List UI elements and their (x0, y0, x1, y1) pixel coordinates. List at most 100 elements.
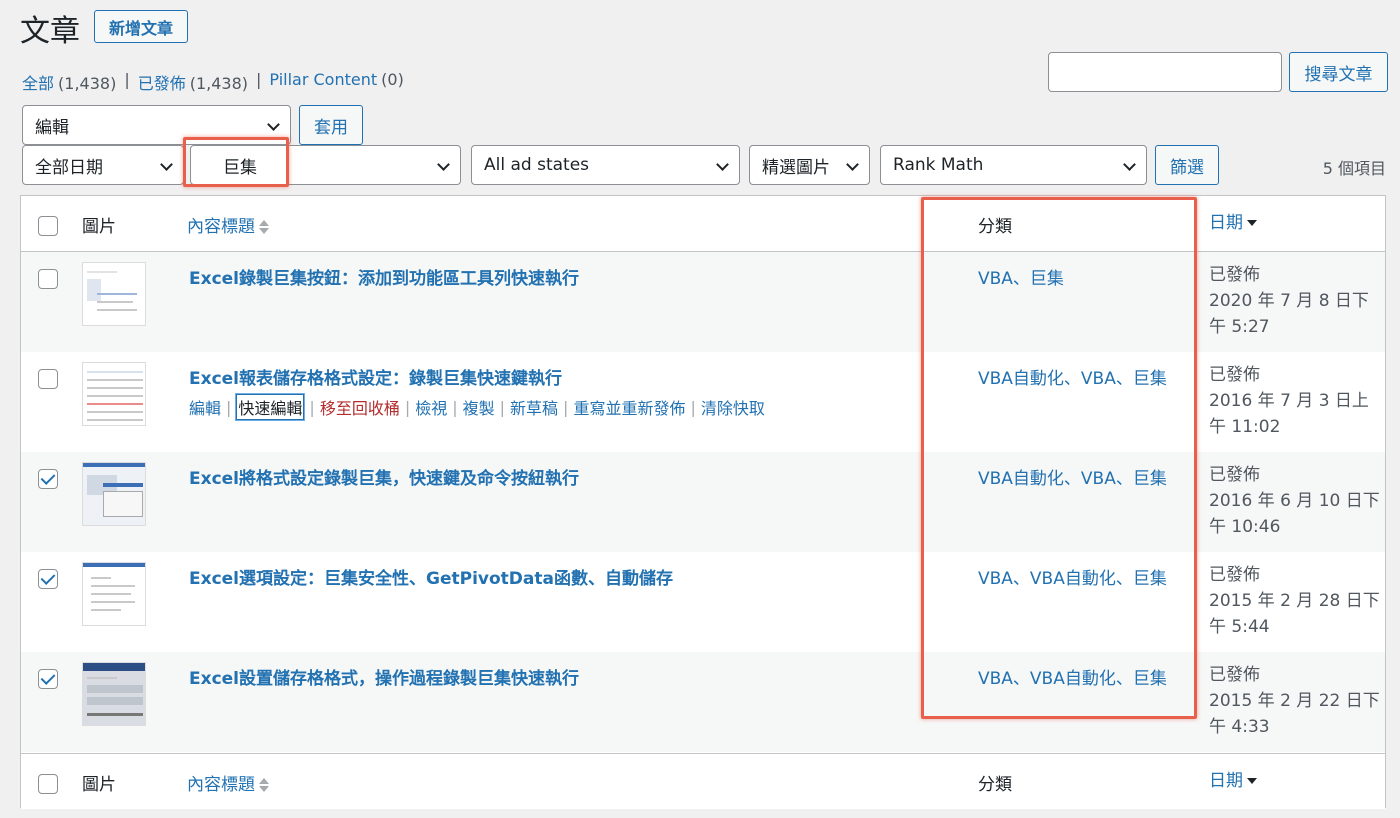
post-date-value: 2016 年 7 月 3 日上午 11:02 (1209, 391, 1369, 437)
select-all-checkbox[interactable] (38, 216, 58, 236)
post-date: 已發佈 2016 年 6 月 10 日下午 10:46 (1209, 462, 1384, 540)
row-actions: 編輯 | 快速編輯 | 移至回收桶 | 檢視 | 複製 | 新草稿 | 重寫並重… (189, 394, 765, 420)
post-date: 已發佈 2016 年 7 月 3 日上午 11:02 (1209, 362, 1384, 440)
page-title: 文章 (20, 14, 80, 49)
sort-desc-icon (1247, 778, 1257, 784)
column-header-date[interactable]: 日期 (1209, 208, 1257, 233)
row-actions-separator: | (499, 397, 506, 417)
featured-image-filter-select[interactable]: 精選圖片 (749, 145, 870, 185)
post-status: 已發佈 (1209, 265, 1260, 285)
post-title-link[interactable]: Excel選項設定：巨集安全性、GetPivotData函數、自動儲存 (189, 564, 673, 589)
clear-cache-link[interactable]: 清除快取 (701, 395, 765, 419)
post-date-value: 2015 年 2 月 28 日下午 5:44 (1209, 591, 1380, 637)
post-title-link[interactable]: Excel設置儲存格格式，操作過程錄製巨集快速執行 (189, 664, 579, 689)
post-date: 已發佈 2015 年 2 月 28 日下午 5:44 (1209, 562, 1384, 640)
sort-icon (259, 220, 269, 234)
post-categories[interactable]: VBA自動化、VBA、巨集 (978, 364, 1167, 389)
table-footer-row: 圖片 內容標題 分類 日期 (21, 753, 1385, 809)
duplicate-link[interactable]: 複製 (463, 395, 495, 419)
post-date-value: 2020 年 7 月 8 日下午 5:27 (1209, 291, 1369, 337)
post-date-value: 2015 年 2 月 22 日下午 4:33 (1209, 691, 1380, 737)
post-thumbnail[interactable] (82, 462, 146, 526)
post-date: 已發佈 2020 年 7 月 8 日下午 5:27 (1209, 262, 1384, 340)
category-filter-select[interactable]: 巨集 (190, 145, 461, 185)
chevron-down-icon (160, 158, 173, 171)
row-checkbox[interactable] (38, 569, 58, 589)
bulk-action-select[interactable]: 編輯 (22, 105, 291, 145)
rank-math-filter-select[interactable]: Rank Math (880, 145, 1147, 185)
column-footer-date[interactable]: 日期 (1209, 766, 1257, 791)
table-header-row: 圖片 內容標題 分類 日期 (21, 196, 1385, 252)
featured-image-filter-value: 精選圖片 (762, 157, 830, 178)
table-row: Excel選項設定：巨集安全性、GetPivotData函數、自動儲存 VBA、… (21, 552, 1385, 652)
chevron-down-icon (716, 158, 729, 171)
post-thumbnail[interactable] (82, 662, 146, 726)
trash-link[interactable]: 移至回收桶 (320, 395, 400, 419)
column-footer-date-label: 日期 (1209, 771, 1243, 791)
date-filter-value: 全部日期 (35, 157, 103, 178)
chevron-down-icon (1123, 158, 1136, 171)
quick-edit-link[interactable]: 快速編輯 (236, 394, 305, 420)
post-categories[interactable]: VBA、VBA自動化、巨集 (978, 564, 1167, 589)
post-status: 已發佈 (1209, 465, 1260, 485)
post-thumbnail[interactable] (82, 362, 146, 426)
post-title-link[interactable]: Excel報表儲存格格式設定：錄製巨集快速鍵執行 (189, 364, 562, 389)
post-categories[interactable]: VBA、VBA自動化、巨集 (978, 664, 1167, 689)
post-title-link[interactable]: Excel錄製巨集按鈕：添加到功能區工具列快速執行 (189, 264, 579, 289)
column-footer-image: 圖片 (82, 775, 116, 795)
column-footer-title-label: 內容標題 (187, 775, 255, 795)
table-row: Excel將格式設定錄製巨集，快速鍵及命令按紐執行 VBA自動化、VBA、巨集 … (21, 452, 1385, 552)
ad-states-filter-select[interactable]: All ad states (471, 145, 740, 185)
row-actions-separator: | (690, 397, 696, 417)
table-row: Excel報表儲存格格式設定：錄製巨集快速鍵執行 編輯 | 快速編輯 | 移至回… (21, 352, 1385, 452)
search-posts-button[interactable]: 搜尋文章 (1289, 52, 1388, 92)
post-status: 已發佈 (1209, 565, 1260, 585)
post-date: 已發佈 2015 年 2 月 22 日下午 4:33 (1209, 662, 1384, 740)
column-footer-categories: 分類 (978, 775, 1012, 795)
post-thumbnail[interactable] (82, 262, 146, 326)
views-separator: | (256, 70, 262, 89)
filter-button[interactable]: 篩選 (1155, 145, 1219, 185)
select-all-checkbox-footer[interactable] (38, 774, 58, 794)
table-row: Excel設置儲存格格式，操作過程錄製巨集快速執行 VBA、VBA自動化、巨集 … (21, 652, 1385, 752)
view-link[interactable]: 檢視 (415, 395, 447, 419)
bulk-action-value: 編輯 (35, 117, 69, 138)
column-header-image: 圖片 (82, 217, 116, 237)
column-header-title[interactable]: 內容標題 (187, 212, 269, 237)
row-actions-separator: | (404, 397, 411, 417)
apply-button[interactable]: 套用 (299, 105, 363, 145)
sort-icon (259, 778, 269, 792)
post-title-link[interactable]: Excel將格式設定錄製巨集，快速鍵及命令按紐執行 (189, 464, 579, 489)
ad-states-filter-value: All ad states (484, 155, 590, 175)
view-pillar-content-link[interactable]: Pillar Content (0) (269, 70, 403, 94)
post-status: 已發佈 (1209, 365, 1260, 385)
row-checkbox[interactable] (38, 469, 58, 489)
post-categories[interactable]: VBA自動化、VBA、巨集 (978, 464, 1167, 489)
chevron-down-icon (267, 118, 280, 131)
row-checkbox[interactable] (38, 669, 58, 689)
view-all-link[interactable]: 全部 (1,438) (22, 70, 116, 94)
rewrite-republish-link[interactable]: 重寫並重新發佈 (573, 395, 685, 419)
post-categories[interactable]: VBA、巨集 (978, 264, 1064, 289)
add-new-post-button[interactable]: 新增文章 (94, 10, 188, 43)
edit-link[interactable]: 編輯 (189, 395, 221, 419)
date-filter-select[interactable]: 全部日期 (22, 145, 184, 185)
column-footer-title[interactable]: 內容標題 (187, 770, 269, 795)
category-filter-value: 巨集 (223, 157, 257, 178)
chevron-down-icon (437, 158, 450, 171)
table-row: Excel錄製巨集按鈕：添加到功能區工具列快速執行 VBA、巨集 已發佈 202… (21, 252, 1385, 352)
column-header-title-label: 內容標題 (187, 217, 255, 237)
items-count: 5 個項目 (1322, 159, 1386, 178)
search-input[interactable] (1048, 52, 1282, 92)
rank-math-filter-value: Rank Math (893, 155, 984, 175)
new-draft-link[interactable]: 新草稿 (510, 395, 558, 419)
sort-desc-icon (1247, 220, 1257, 226)
post-thumbnail[interactable] (82, 562, 146, 626)
chevron-down-icon (846, 158, 859, 171)
row-checkbox[interactable] (38, 369, 58, 389)
column-header-date-label: 日期 (1209, 213, 1243, 233)
row-actions-separator: | (452, 397, 458, 417)
view-published-link[interactable]: 已發佈 (1,438) (138, 70, 248, 94)
post-date-value: 2016 年 6 月 10 日下午 10:46 (1209, 491, 1380, 537)
row-checkbox[interactable] (38, 269, 58, 289)
